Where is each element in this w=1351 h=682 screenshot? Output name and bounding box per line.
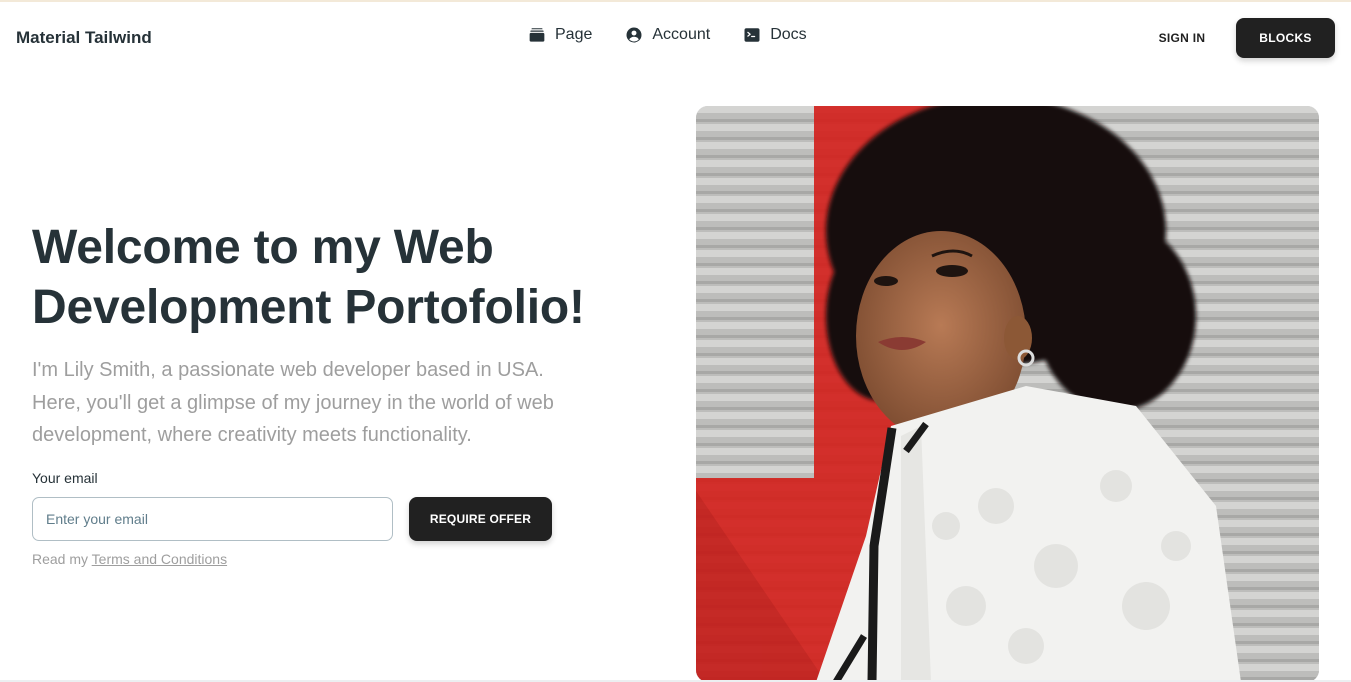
nav-links: Page Account Docs bbox=[528, 26, 840, 44]
nav-link-page[interactable]: Page bbox=[528, 26, 592, 44]
user-circle-icon bbox=[626, 27, 642, 43]
terms-text: Read my Terms and Conditions bbox=[32, 551, 227, 567]
navbar: Material Tailwind Page Account Docs SIGN… bbox=[0, 2, 1351, 74]
nav-link-docs-label: Docs bbox=[770, 26, 807, 43]
nav-link-page-label: Page bbox=[555, 26, 593, 43]
email-input[interactable] bbox=[32, 497, 393, 541]
nav-link-account-label: Account bbox=[652, 26, 711, 43]
portrait-illustration bbox=[696, 106, 1319, 682]
brand-logo[interactable]: Material Tailwind bbox=[16, 28, 152, 48]
command-line-icon bbox=[744, 28, 760, 42]
hero-portrait-image bbox=[696, 106, 1319, 682]
blocks-button[interactable]: BLOCKS bbox=[1236, 18, 1335, 58]
nav-link-account[interactable]: Account bbox=[625, 26, 710, 44]
terms-link[interactable]: Terms and Conditions bbox=[92, 551, 227, 567]
nav-link-docs[interactable]: Docs bbox=[743, 26, 807, 44]
hero-title: Welcome to my Web Development Portofolio… bbox=[32, 218, 632, 338]
rectangle-stack-icon bbox=[529, 28, 545, 42]
hero-title-line-2: Development Portofolio! bbox=[32, 281, 585, 334]
sign-in-button[interactable]: SIGN IN bbox=[1148, 18, 1216, 58]
terms-prefix: Read my bbox=[32, 551, 92, 567]
hero-title-line-1: Welcome to my Web bbox=[32, 221, 494, 274]
require-offer-button[interactable]: REQUIRE OFFER bbox=[409, 497, 552, 541]
hero-description: I'm Lily Smith, a passionate web develop… bbox=[32, 359, 554, 446]
email-label: Your email bbox=[32, 470, 98, 486]
